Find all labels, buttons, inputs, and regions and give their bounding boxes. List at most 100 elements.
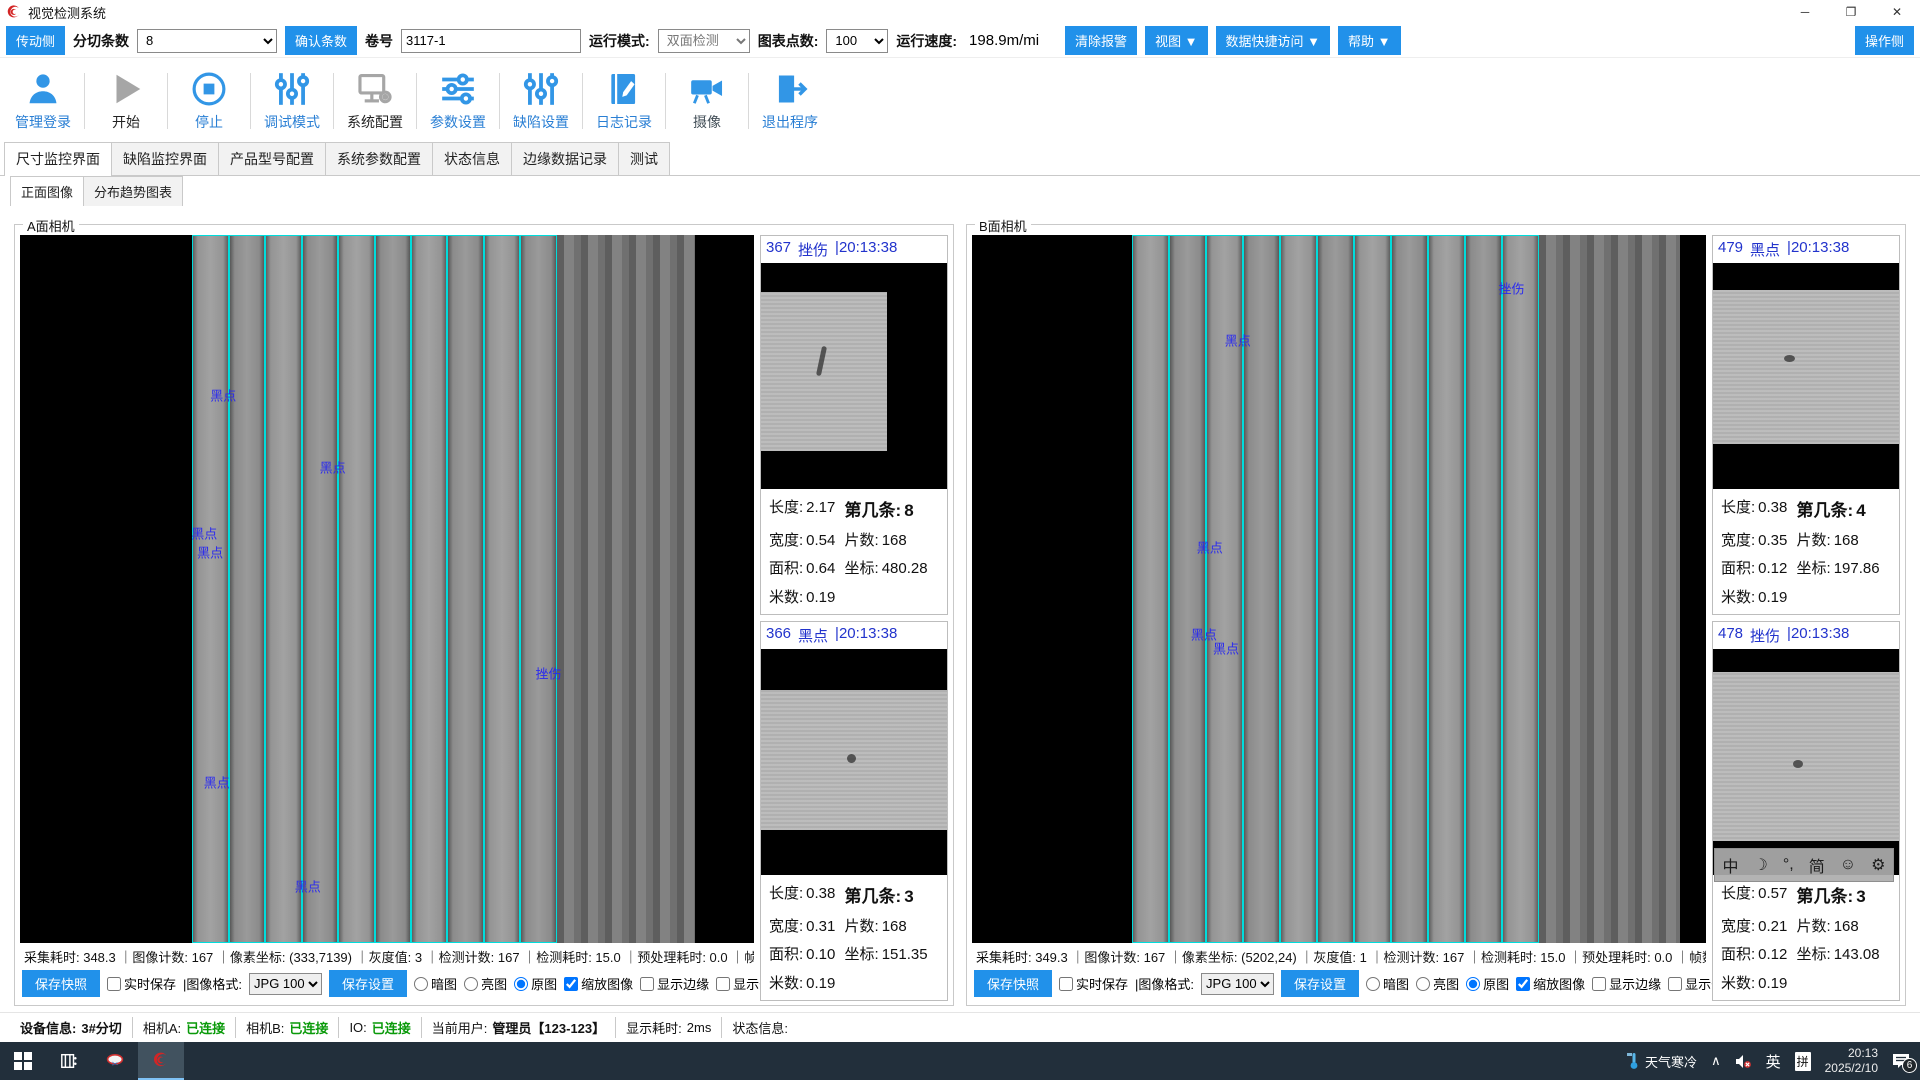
save-snapshot-button[interactable]: 保存快照 bbox=[974, 970, 1052, 997]
cut-strip bbox=[1280, 235, 1317, 943]
volume-muted-icon[interactable] bbox=[1735, 1054, 1752, 1069]
ime-halfwidth-toggle[interactable]: ☽ bbox=[1754, 855, 1768, 875]
slit-count-select[interactable]: 8 bbox=[137, 29, 277, 53]
taskbar-date: 2025/2/10 bbox=[1825, 1061, 1878, 1076]
tab-edge-data[interactable]: 边缘数据记录 bbox=[511, 142, 619, 175]
show-strips-checkbox[interactable] bbox=[1668, 977, 1682, 991]
save-settings-button[interactable]: 保存设置 bbox=[329, 970, 407, 997]
realtime-save-checkbox[interactable] bbox=[107, 977, 121, 991]
help-menu-button[interactable]: 帮助 ▼ bbox=[1338, 26, 1400, 55]
snipping-tool-button[interactable]: ✂ bbox=[92, 1042, 138, 1080]
defect-width: 0.54 bbox=[806, 532, 835, 549]
strip-zone bbox=[192, 235, 556, 943]
tab-size-monitor[interactable]: 尺寸监控界面 bbox=[4, 142, 112, 175]
defect-thumbnail bbox=[761, 649, 947, 875]
weather-tray-item[interactable]: 天气寒冷 bbox=[1627, 1052, 1697, 1071]
image-format-select[interactable]: JPG 100 bbox=[249, 973, 322, 995]
data-quick-access-button[interactable]: 数据快捷访问 ▼ bbox=[1216, 26, 1330, 55]
start-menu-button[interactable] bbox=[0, 1042, 46, 1080]
roll-number-input[interactable] bbox=[401, 29, 581, 53]
tab-status-info[interactable]: 状态信息 bbox=[432, 142, 512, 175]
defect-length: 2.17 bbox=[806, 499, 835, 516]
tab-test[interactable]: 测试 bbox=[618, 142, 670, 175]
realtime-save-checkbox[interactable] bbox=[1059, 977, 1073, 991]
defect-annotation: 黑点 bbox=[1197, 537, 1223, 556]
debug-mode-button[interactable]: 调试模式 bbox=[253, 70, 331, 132]
tab-distribution-chart[interactable]: 分布趋势图表 bbox=[83, 176, 183, 206]
original-image-radio[interactable] bbox=[1466, 977, 1480, 991]
tray-overflow-chevron[interactable]: ∧ bbox=[1711, 1053, 1721, 1069]
stop-button[interactable]: 停止 bbox=[170, 70, 248, 132]
save-settings-button[interactable]: 保存设置 bbox=[1281, 970, 1359, 997]
defect-card[interactable]: 478 挫伤 |20:13:38 长度:0.57 第几条:3 宽度:0.21 片… bbox=[1712, 621, 1900, 1001]
minimize-button[interactable]: ─ bbox=[1782, 0, 1828, 24]
maximize-button[interactable]: ❐ bbox=[1828, 0, 1874, 24]
exit-program-button[interactable]: 退出程序 bbox=[751, 70, 829, 132]
tab-defect-monitor[interactable]: 缺陷监控界面 bbox=[111, 142, 219, 175]
dark-image-radio[interactable] bbox=[1366, 977, 1380, 991]
ime-lang-toggle[interactable]: 中 bbox=[1723, 853, 1739, 877]
inspection-app-taskbar-button[interactable] bbox=[138, 1042, 184, 1080]
defect-header: 479 黑点 |20:13:38 bbox=[1713, 236, 1899, 263]
bright-image-radio[interactable] bbox=[1416, 977, 1430, 991]
close-button[interactable]: ✕ bbox=[1874, 0, 1920, 24]
confirm-count-button[interactable]: 确认条数 bbox=[285, 26, 357, 55]
exit-icon bbox=[771, 70, 809, 108]
cut-strip bbox=[447, 235, 483, 943]
cut-strip bbox=[1428, 235, 1465, 943]
ime-punctuation-toggle[interactable]: °, bbox=[1783, 856, 1794, 874]
ime-simplified-toggle[interactable]: 简 bbox=[1809, 853, 1825, 877]
run-mode-select[interactable]: 双面检测 bbox=[658, 29, 750, 53]
icon-toolbar: 管理登录开始停止调试模式系统配置参数设置缺陷设置日志记录摄像退出程序 bbox=[0, 58, 1920, 144]
defect-time: |20:13:38 bbox=[835, 625, 897, 646]
defect-type: 黑点 bbox=[1750, 239, 1780, 260]
operator-side-button[interactable]: 操作侧 bbox=[1855, 26, 1914, 55]
show-edge-checkbox[interactable] bbox=[640, 977, 654, 991]
action-center-button[interactable]: 6 bbox=[1892, 1053, 1910, 1069]
admin-login-button[interactable]: 管理登录 bbox=[4, 70, 82, 132]
show-edge-checkbox[interactable] bbox=[1592, 977, 1606, 991]
original-image-radio[interactable] bbox=[514, 977, 528, 991]
clear-alarm-button[interactable]: 清除报警 bbox=[1065, 26, 1137, 55]
tab-product-config[interactable]: 产品型号配置 bbox=[218, 142, 326, 175]
defect-card[interactable]: 479 黑点 |20:13:38 长度:0.38 第几条:4 宽度:0.35 片… bbox=[1712, 235, 1900, 615]
start-button[interactable]: 开始 bbox=[87, 70, 165, 132]
log-record-button[interactable]: 日志记录 bbox=[585, 70, 663, 132]
defect-settings-button[interactable]: 缺陷设置 bbox=[502, 70, 580, 132]
bright-image-radio[interactable] bbox=[464, 977, 478, 991]
video-camera-icon bbox=[688, 70, 726, 108]
image-format-select[interactable]: JPG 100 bbox=[1201, 973, 1274, 995]
show-strips-checkbox[interactable] bbox=[716, 977, 730, 991]
zoom-image-checkbox[interactable] bbox=[564, 977, 578, 991]
defect-annotation: 黑点 bbox=[295, 877, 321, 896]
app-window: 视觉检测系统 ─ ❐ ✕ 传动侧 分切条数 8 确认条数 卷号 运行模式: 双面… bbox=[0, 0, 1920, 1080]
param-settings-button[interactable]: 参数设置 bbox=[419, 70, 497, 132]
zoom-image-checkbox[interactable] bbox=[1516, 977, 1530, 991]
image-format-label: |图像格式: bbox=[1135, 974, 1194, 993]
drive-side-button[interactable]: 传动侧 bbox=[6, 26, 65, 55]
dark-image-radio[interactable] bbox=[414, 977, 428, 991]
defect-spot bbox=[1784, 355, 1795, 362]
capture-button[interactable]: 摄像 bbox=[668, 70, 746, 132]
device-info-value: 3#分切 bbox=[81, 1018, 121, 1037]
tab-front-image[interactable]: 正面图像 bbox=[10, 176, 84, 206]
defect-id: 366 bbox=[766, 625, 791, 646]
realtime-save-label: 实时保存 bbox=[1076, 974, 1128, 993]
task-view-button[interactable] bbox=[46, 1042, 92, 1080]
ime-settings-button[interactable]: ⚙ bbox=[1871, 855, 1885, 875]
ime-emoji-button[interactable]: ☺ bbox=[1840, 856, 1856, 874]
defect-time: |20:13:38 bbox=[1787, 239, 1849, 260]
language-indicator[interactable]: 英 bbox=[1766, 1051, 1781, 1072]
defect-card[interactable]: 366 黑点 |20:13:38 长度:0.38 第几条:3 宽度:0.31 片… bbox=[760, 621, 948, 1001]
system-config-button[interactable]: 系统配置 bbox=[336, 70, 414, 132]
defect-annotation: 黑点 bbox=[197, 543, 223, 562]
defect-card[interactable]: 367 挫伤 |20:13:38 长度:2.17 第几条:8 宽度:0.54 片… bbox=[760, 235, 948, 615]
defect-thumbnail bbox=[1713, 263, 1899, 489]
chart-points-select[interactable]: 100 bbox=[826, 29, 888, 53]
tab-system-params[interactable]: 系统参数配置 bbox=[325, 142, 433, 175]
cut-strip bbox=[302, 235, 338, 943]
view-menu-button[interactable]: 视图 ▼ bbox=[1145, 26, 1207, 55]
ime-mode-indicator[interactable]: 拼 bbox=[1795, 1052, 1811, 1071]
taskbar-clock[interactable]: 20:13 2025/2/10 bbox=[1825, 1046, 1878, 1076]
save-snapshot-button[interactable]: 保存快照 bbox=[22, 970, 100, 997]
